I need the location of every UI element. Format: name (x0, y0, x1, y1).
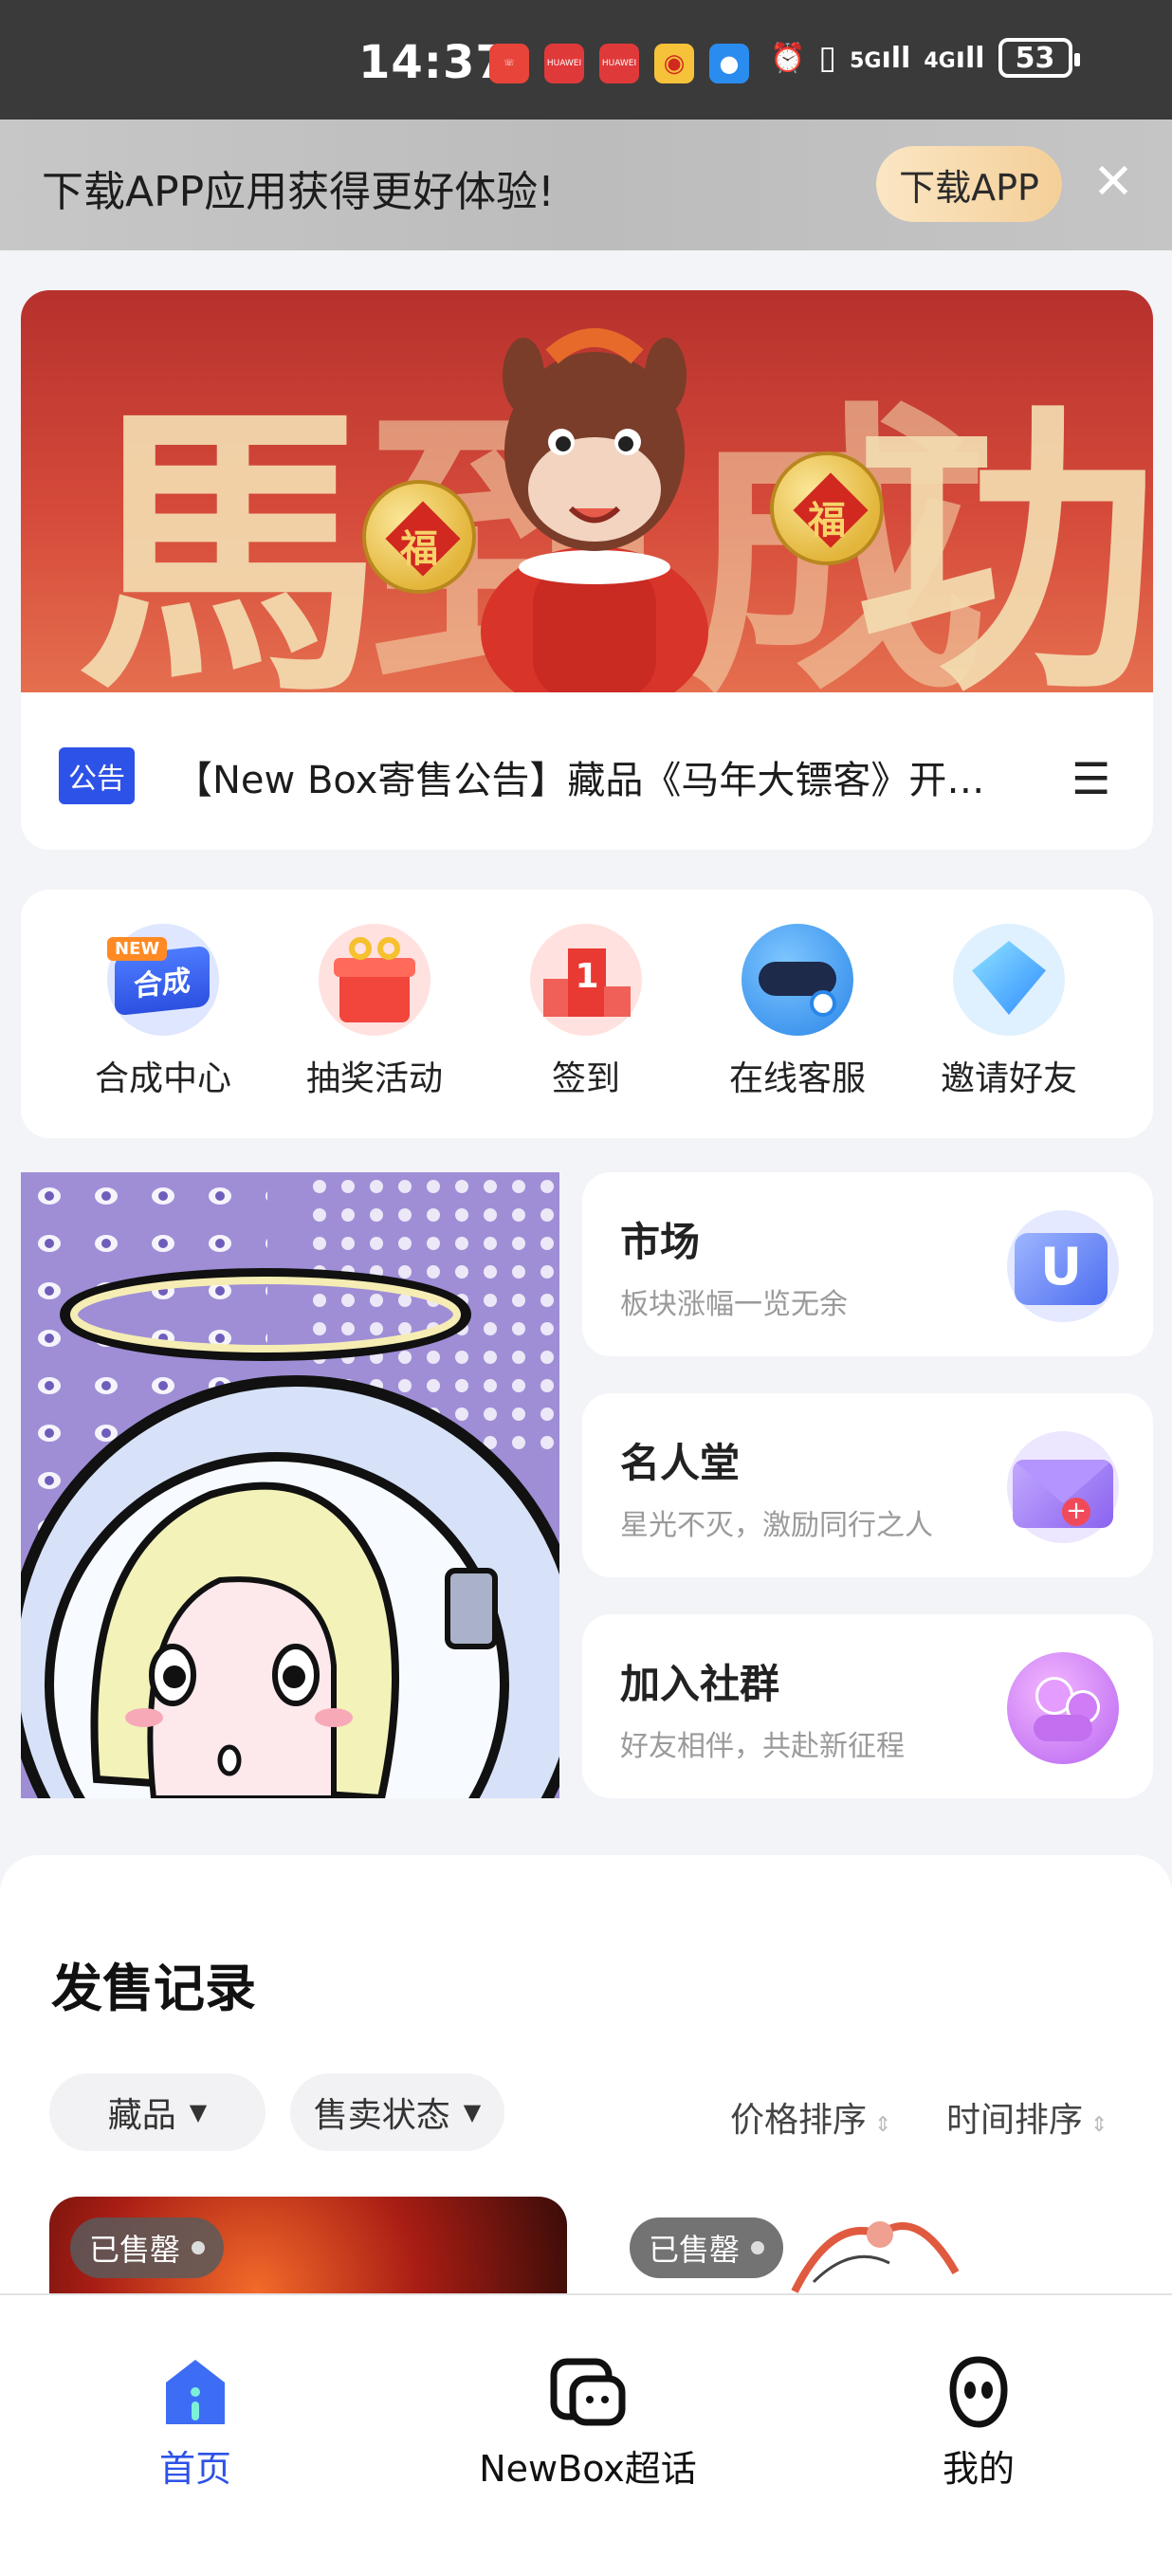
feature-title: 市场 (620, 1219, 701, 1265)
feature-title: 名人堂 (620, 1440, 741, 1486)
astronaut-girl-illustration (21, 1172, 559, 1798)
quick-item-label: 抽奖活动 (305, 1059, 443, 1098)
product-card-image[interactable]: 已售罄 (49, 2197, 567, 2301)
nav-label: 首页 (158, 2448, 231, 2490)
filter-label: 售卖状态 (313, 2096, 450, 2135)
checkin-rank: 1 (568, 948, 606, 1017)
quick-item-lottery[interactable]: 抽奖活动 (280, 924, 469, 1100)
signal-5g-icon: 5Gıll (850, 41, 911, 75)
art-sketch-illustration (791, 2221, 960, 2293)
envelope-icon: + (1007, 1431, 1119, 1543)
sold-out-badge: 已售罄 (630, 2217, 784, 2278)
home-icon (166, 2360, 225, 2424)
feature-subtitle: 好友相伴，共赴新征程 (620, 1730, 905, 1763)
nav-newbox-topic[interactable]: NewBox超话 (474, 2354, 702, 2492)
synthesis-new-icon: 合成 NEW (107, 924, 219, 1036)
feature-subtitle: 板块涨幅一览无余 (620, 1288, 848, 1321)
checkin-podium-icon: 1 (530, 924, 642, 1036)
nav-profile[interactable]: 我的 (922, 2354, 1035, 2492)
battery-level: 53 (1015, 41, 1055, 75)
filter-collection-dropdown[interactable]: 藏品 ▼ (49, 2073, 266, 2151)
feature-subtitle: 星光不灭，激励同行之人 (620, 1509, 933, 1542)
download-app-button[interactable]: 下载APP (876, 146, 1062, 222)
nav-label: 我的 (942, 2448, 1015, 2490)
sort-arrows-icon: ⇕ (874, 2113, 892, 2137)
chat-topic-icon (550, 2358, 626, 2426)
message-icon: ● (709, 44, 749, 83)
network-5g-label: 5G (850, 48, 882, 73)
battery-icon: 53 (998, 38, 1080, 78)
vibrate-icon: ▯ (818, 39, 837, 77)
new-year-banner-image[interactable]: 馬 到 成 功 福 福 (21, 290, 1153, 692)
feature-card-market[interactable]: 市场 板块涨幅一览无余 U (582, 1172, 1153, 1356)
notice-tag: 公告 (59, 747, 135, 804)
section-title: 发售记录 (51, 1959, 256, 2018)
community-bubbles-icon (1007, 1652, 1119, 1764)
quick-item-synthesis[interactable]: 合成 NEW 合成中心 (68, 924, 258, 1100)
weibo-icon: ◉ (654, 44, 694, 83)
notice-bar[interactable]: 公告 【New Box寄售公告】藏品《马年大镖客》开… ☰ (21, 692, 1153, 850)
quick-item-service[interactable]: 在线客服 (703, 924, 892, 1100)
sold-out-badge: 已售罄 (70, 2217, 225, 2278)
lantern-char: 福 (808, 499, 846, 543)
product-card-image[interactable]: 已售罄 (605, 2197, 1123, 2301)
quick-item-label: 合成中心 (94, 1059, 231, 1098)
nav-home[interactable]: 首页 (138, 2354, 252, 2492)
sort-arrows-icon: ⇕ (1090, 2113, 1108, 2137)
download-message: 下载APP应用获得更好体验! (42, 168, 555, 216)
feature-card-hall-of-fame[interactable]: 名人堂 星光不灭，激励同行之人 + (582, 1393, 1153, 1577)
status-bar: 14:37 ☏ HUAWEI HUAWEI ◉ ● ⏰ ▯ 5Gıll 4Gıl… (0, 0, 1172, 120)
sort-time-button[interactable]: 时间排序 ⇕ (946, 2092, 1108, 2142)
network-4g-label: 4G (924, 48, 956, 73)
huawei-app-icon: HUAWEI (544, 44, 584, 83)
headset-service-icon (742, 924, 853, 1036)
download-app-banner: 下载APP应用获得更好体验! 下载APP ✕ (0, 120, 1172, 250)
sort-label: 价格排序 (730, 2101, 868, 2140)
profile-icon (949, 2356, 1008, 2428)
market-cube-icon: U (1007, 1210, 1119, 1322)
missed-call-icon: ☏ (489, 44, 529, 83)
featured-poster-image[interactable] (21, 1172, 559, 1798)
lantern-icon: 福 (770, 451, 884, 565)
banner-char: 馬 (78, 377, 381, 692)
menu-list-icon[interactable]: ☰ (1071, 753, 1110, 804)
quick-item-label: 在线客服 (728, 1059, 866, 1098)
filter-status-dropdown[interactable]: 售卖状态 ▼ (290, 2073, 504, 2151)
alarm-icon: ⏰ (770, 41, 806, 75)
new-badge: NEW (107, 937, 168, 961)
feature-card-community[interactable]: 加入社群 好友相伴，共赴新征程 (582, 1614, 1153, 1798)
quick-item-invite[interactable]: 邀请好友 (914, 924, 1104, 1100)
diamond-invite-icon (953, 924, 1065, 1036)
caret-down-icon: ▼ (463, 2099, 482, 2125)
bottom-navigation: 首页 NewBox超话 我的 (0, 2293, 1172, 2538)
status-time: 14:37 (358, 36, 508, 89)
banner-char: 功 (855, 377, 1153, 692)
huawei-app-icon: HUAWEI (599, 44, 639, 83)
gift-box-icon (319, 924, 430, 1036)
quick-item-label: 签到 (551, 1059, 620, 1098)
close-icon[interactable]: ✕ (1089, 157, 1138, 207)
sort-label: 时间排序 (946, 2101, 1084, 2140)
sort-price-button[interactable]: 价格排序 ⇕ (730, 2092, 891, 2142)
quick-item-label: 邀请好友 (940, 1059, 1077, 1098)
horse-mascot-icon (481, 328, 708, 692)
nav-label: NewBox超话 (479, 2448, 697, 2490)
filter-label: 藏品 (107, 2096, 176, 2135)
caret-down-icon: ▼ (189, 2099, 208, 2125)
feature-title: 加入社群 (620, 1661, 780, 1707)
quick-item-checkin[interactable]: 1 签到 (491, 924, 681, 1100)
quick-menu: 合成 NEW 合成中心 抽奖活动 1 签到 在线客服 邀请好友 (21, 890, 1153, 1138)
notice-text[interactable]: 【New Box寄售公告】藏品《马年大镖客》开… (174, 749, 1047, 804)
signal-4g-icon: 4Gıll (924, 41, 985, 75)
banner-card: 馬 到 成 功 福 福 公告 【New Box寄售公告】藏品《马年大镖客》开… … (21, 290, 1153, 850)
